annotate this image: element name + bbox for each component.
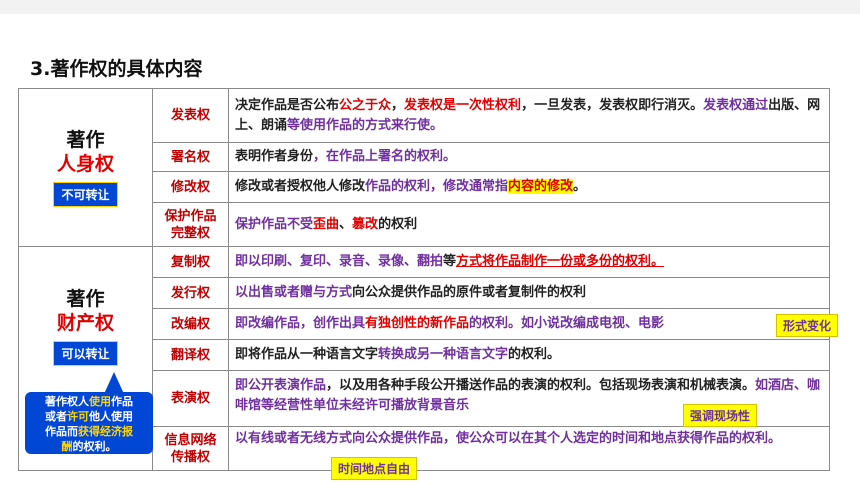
right-desc: 表明作者身份，在作品上署名的权利。 <box>228 142 830 172</box>
right-desc: 决定作品是否公布公之于众，发表权是一次性权利，一旦发表，发表权即行消灭。发表权通… <box>228 88 830 143</box>
text-segment: 作品 <box>111 395 133 408</box>
table-row: 著作 人身权 不可转让 发表权 决定作品是否公布公之于众，发表权是一次性权利，一… <box>18 88 830 247</box>
table-row: 著作 财产权 可以转让 复制权 即以印刷、复印、录音、录像、翻拍等方式将作品制作… <box>18 246 830 471</box>
text-segment: 即公开表演作品 <box>235 378 327 393</box>
text-segment: 决定作品是否公布 <box>235 97 340 113</box>
right-desc: 以出售或者赠与方式向公众提供作品的原件或者复制件的权利 <box>228 277 830 309</box>
right-desc: 即以印刷、复印、录音、录像、翻拍等方式将作品制作一份或多份的权利。 <box>228 246 830 278</box>
text-segment: 酬 <box>61 440 73 453</box>
right-desc: 即将作品从一种语言文字转换成另一种语言文字的权利。 <box>228 339 830 371</box>
right-name: 复制权 <box>152 246 229 278</box>
right-name: 保护作品完整权 <box>152 202 229 247</box>
text-segment: 公之于众 <box>339 97 392 113</box>
text-segment: 以有线或者无线方式向公众提供作品，使公众可以在其个人选定的时间和地点获得作品的权… <box>235 431 782 446</box>
text-segment: 发表权通过 <box>703 97 769 113</box>
text-segment: 、 <box>339 216 353 232</box>
non-transferable-badge: 不可转让 <box>53 182 118 207</box>
text-segment: 等 <box>443 254 457 269</box>
text-segment: 转换成另一种语言文字 <box>378 347 509 362</box>
right-name: 改编权 <box>152 308 229 340</box>
network-note: 时间地点自由 <box>331 457 418 480</box>
property-rights-line1: 著作 <box>66 288 105 310</box>
text-segment: 或者 <box>45 410 67 423</box>
right-desc: 即改编作品，创作出具有独创性的新作品的权利。如小说改编成电视、电影 <box>228 308 830 340</box>
right-desc: 修改或者授权他人修改作品的权利，修改通常指内容的修改。 <box>228 171 830 203</box>
adaptation-note: 形式变化 <box>776 314 839 337</box>
text-segment: ， <box>391 97 405 113</box>
text-segment: ，以及用各种手段公开播送作品的表演的权利。包括现场表演和机械表演。 <box>326 378 756 393</box>
text-segment: 使用 <box>89 395 111 408</box>
text-segment: 向公众提供作品的原件或者复制件的权利 <box>352 285 587 300</box>
text-segment: 方式将作品制作一份或多份的权利。 <box>456 254 665 269</box>
right-name: 修改权 <box>152 171 229 203</box>
text-segment: 许可 <box>67 410 89 423</box>
text-segment: 的权利。 <box>508 347 561 362</box>
text-segment: 保护作品不受 <box>235 216 314 232</box>
text-segment: ，在作品上署名的权利。 <box>313 149 457 164</box>
right-desc: 以有线或者无线方式向公众提供作品，使公众可以在其个人选定的时间和地点获得作品的权… <box>228 426 830 471</box>
text-segment: 的权利。如小说改编成电视、电影 <box>469 316 665 331</box>
text-segment: 。 <box>573 179 587 194</box>
text-segment: 表明作者身份 <box>235 149 314 164</box>
right-name: 信息网络传播权 <box>152 426 229 471</box>
text-segment: 以出售或者赠与方式 <box>235 285 353 300</box>
right-desc: 保护作品不受歪曲、篡改的权利 <box>228 202 830 247</box>
personal-rights-line1: 著作 <box>66 129 105 151</box>
transferable-badge: 可以转让 <box>53 341 118 366</box>
right-name: 表演权 <box>152 370 229 427</box>
property-rights-line2: 财产权 <box>56 312 114 334</box>
right-name: 署名权 <box>152 142 229 172</box>
property-rights-callout: 著作权人使用作品或者许可他人使用 作品而获得经济报 酬的权利。 <box>25 392 153 454</box>
text-segment: 的权利 <box>378 216 418 232</box>
text-segment: 发表权是一次性权利 <box>404 97 522 113</box>
text-segment: 内容的修改 <box>508 179 574 194</box>
text-segment: 等使用作品的方式来行使。 <box>287 117 444 133</box>
page-title: 3.著作权的具体内容 <box>30 58 203 80</box>
right-name: 翻译权 <box>152 339 229 371</box>
text-segment: 歪曲 <box>313 216 340 232</box>
text-segment: 即改编作品，创作出具 <box>235 316 366 331</box>
text-segment: 作品的权利，修改通常指 <box>365 179 509 194</box>
text-segment: 他人使用 <box>89 410 133 423</box>
text-segment: 著作权人 <box>45 395 89 408</box>
performance-note: 强调现场性 <box>683 404 758 427</box>
text-segment: ，一旦发表，发表权即行消灭。 <box>521 97 704 113</box>
right-name: 发表权 <box>152 88 229 143</box>
text-segment: 即以印刷、复印、录音、录像、翻拍 <box>235 254 444 269</box>
right-name: 发行权 <box>152 277 229 309</box>
callout-pointer <box>104 372 124 394</box>
text-segment: 作品而 <box>45 425 78 438</box>
personal-rights-cell: 著作 人身权 不可转让 <box>18 88 153 247</box>
text-segment: 即将作品从一种语言文字 <box>235 347 379 362</box>
text-segment: 获得经济报 <box>78 425 133 438</box>
text-segment: 的权利。 <box>72 440 117 453</box>
text-segment: 篡改 <box>352 216 379 232</box>
text-segment: 修改或者授权他人修改 <box>235 179 366 194</box>
top-bar <box>0 0 860 14</box>
text-segment: 有独创性的新作品 <box>365 316 470 331</box>
personal-rights-line2: 人身权 <box>56 153 114 175</box>
